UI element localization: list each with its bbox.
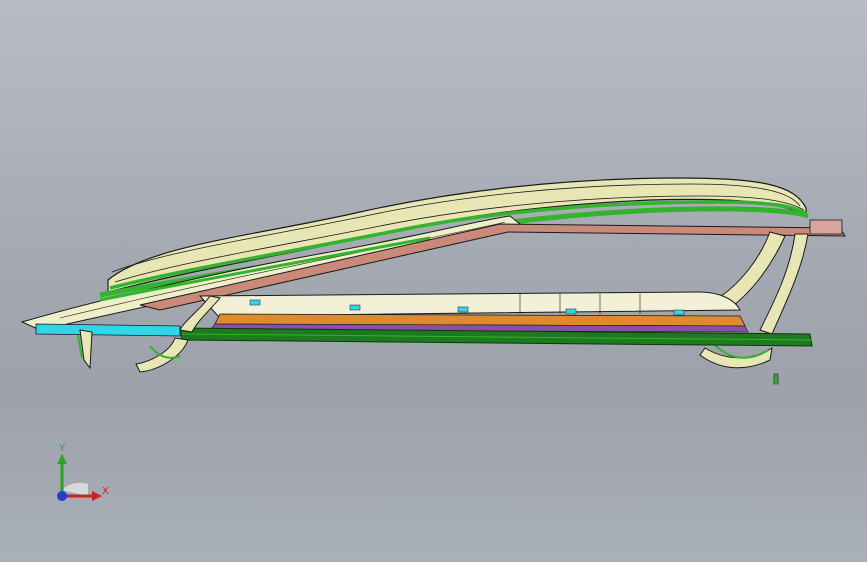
cad-viewport[interactable]: Y X (0, 0, 867, 562)
middle-panel[interactable] (198, 291, 741, 317)
small-detail (773, 373, 779, 385)
y-axis-label: Y (59, 443, 66, 454)
3d-model-view[interactable] (0, 0, 867, 562)
z-axis-dot (57, 491, 67, 501)
x-axis-label: X (102, 486, 109, 497)
cyan-strip[interactable] (35, 323, 181, 337)
axis-triad (40, 436, 120, 516)
